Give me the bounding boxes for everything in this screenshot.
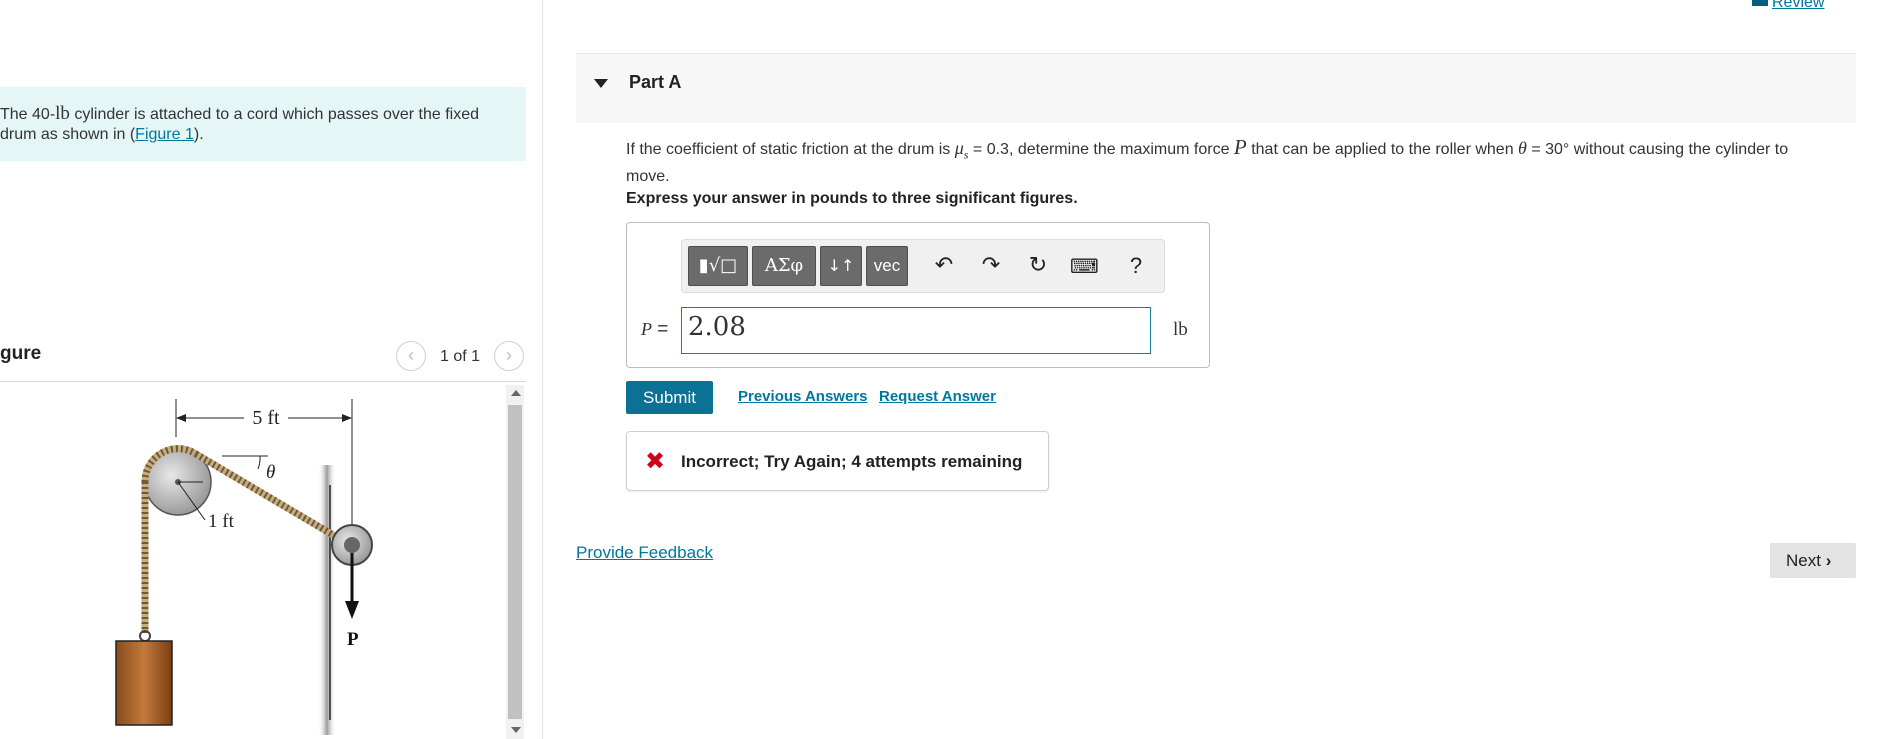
submit-button[interactable]: Submit — [626, 381, 713, 414]
question-part-1: If the coefficient of static friction at… — [626, 141, 955, 158]
book-icon — [1752, 0, 1768, 6]
angle-arc — [257, 455, 261, 470]
answer-instruction: Express your answer in pounds to three s… — [626, 190, 1078, 207]
label-P: P — [347, 629, 359, 650]
chevron-right-icon: › — [1825, 551, 1832, 570]
help-icon[interactable]: ? — [1122, 252, 1150, 280]
answer-box: ▮√□ ΑΣφ ↓↑ vec ↶ ↷ ↻ ⌨ ? P = 2.08 lb — [626, 222, 1210, 368]
request-answer-link[interactable]: Request Answer — [879, 388, 996, 405]
caret-down-icon[interactable] — [594, 79, 608, 88]
vector-button[interactable]: vec — [866, 246, 908, 286]
error-x-icon: ✖ — [645, 447, 666, 475]
next-button[interactable]: Next › — [1770, 543, 1856, 578]
left-panel: The 40-lb cylinder is attached to a cord… — [0, 0, 543, 739]
keyboard-icon[interactable]: ⌨ — [1070, 252, 1099, 280]
intro-text-middle: cylinder is attached to a cord which pas… — [0, 106, 480, 143]
label-5ft: 5 ft — [252, 407, 280, 429]
feedback-message: Incorrect; Try Again; 4 attempts remaini… — [681, 452, 1023, 471]
review-label: Review — [1772, 0, 1825, 11]
wall-shadow — [318, 465, 336, 735]
chevron-right-icon: › — [506, 345, 512, 365]
templates-button[interactable]: ▮√□ — [688, 246, 748, 286]
scroll-down-arrow-icon[interactable] — [511, 727, 521, 733]
figure-prev-button[interactable]: ‹ — [396, 341, 426, 371]
force-arrow-head — [345, 601, 359, 619]
theta-symbol: θ — [1518, 138, 1527, 158]
figure-next-button[interactable]: › — [494, 341, 524, 371]
dim-arrow-left — [176, 414, 186, 422]
arrows-button[interactable]: ↓↑ — [820, 246, 862, 286]
provide-feedback-link[interactable]: Provide Feedback — [576, 543, 713, 563]
question-text: If the coefficient of static friction at… — [626, 136, 1826, 188]
mu-value: = 0.3, determine the maximum force — [968, 141, 1234, 158]
previous-answers-link[interactable]: Previous Answers — [738, 388, 868, 405]
P-symbol: P — [1233, 135, 1247, 159]
figure-title: gure — [0, 343, 42, 364]
figure-count: 1 of 1 — [440, 348, 481, 365]
redo-icon[interactable]: ↷ — [977, 252, 1005, 280]
greek-symbols-button[interactable]: ΑΣφ — [752, 246, 816, 286]
intro-text-after: ). — [193, 126, 204, 143]
question-part-2: that can be applied to the roller when — [1246, 141, 1519, 158]
label-theta: θ — [266, 462, 275, 483]
label-1ft: 1 ft — [208, 511, 235, 532]
answer-variable-label: P = — [641, 319, 669, 340]
review-link[interactable]: Review — [1752, 0, 1824, 12]
dim-arrow-right — [342, 414, 352, 422]
intro-text-before: The 40- — [0, 106, 56, 123]
chevron-left-icon: ‹ — [408, 345, 414, 365]
mu-symbol: μs — [954, 138, 969, 162]
roller-hub — [344, 537, 360, 553]
scroll-thumb[interactable] — [508, 405, 522, 719]
figure-scrollbar[interactable] — [506, 385, 524, 739]
math-toolbar: ▮√□ ΑΣφ ↓↑ vec ↶ ↷ ↻ ⌨ ? — [681, 239, 1165, 293]
figure-diagram: 5 ft 1 ft θ P — [115, 399, 373, 735]
cylinder — [115, 640, 173, 726]
feedback-box: ✖ Incorrect; Try Again; 4 attempts remai… — [626, 431, 1049, 491]
intro-weight-unit: lb — [55, 103, 70, 124]
figure-link[interactable]: Figure 1 — [135, 126, 194, 143]
scroll-up-arrow-icon[interactable] — [511, 390, 521, 396]
problem-intro: The 40-lb cylinder is attached to a cord… — [0, 87, 526, 161]
answer-unit: lb — [1173, 319, 1188, 340]
reset-icon[interactable]: ↻ — [1024, 252, 1052, 280]
part-title: Part A — [629, 72, 682, 92]
part-header[interactable]: Part A — [576, 53, 1856, 123]
answer-input[interactable]: 2.08 — [681, 307, 1151, 354]
figure-header: gure ‹ 1 of 1 › — [0, 338, 526, 382]
figure-image: 5 ft 1 ft θ P — [0, 385, 506, 739]
theta-value: = 30° — [1526, 141, 1570, 158]
undo-icon[interactable]: ↶ — [930, 252, 958, 280]
next-label: Next — [1786, 551, 1821, 570]
